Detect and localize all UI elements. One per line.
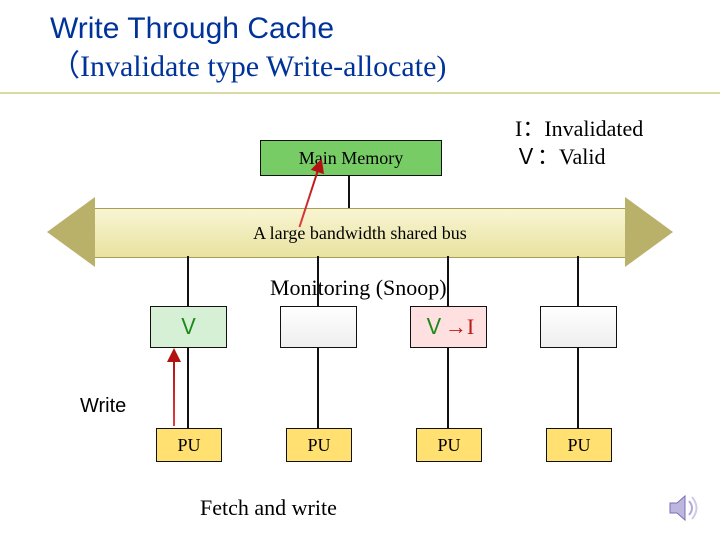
- cache-4: [540, 306, 617, 348]
- pu-4: PU: [546, 428, 612, 462]
- main-memory-box: Main Memory: [260, 140, 442, 176]
- fetch-write-label: Fetch and write: [200, 495, 337, 521]
- write-arrow-pu-cache-icon: [173, 360, 175, 426]
- cache-3-v: Ｖ: [423, 314, 445, 339]
- shared-bus: A large bandwidth shared bus: [55, 208, 665, 256]
- pu-1: PU: [156, 428, 222, 462]
- legend: I：Invalidated Ｖ：Valid: [515, 115, 643, 170]
- stem-cache-pu-4: [577, 348, 579, 428]
- cache-3-i: I: [467, 314, 474, 339]
- write-label: Write: [80, 395, 126, 418]
- bus-arrow-left-icon: [47, 197, 95, 267]
- stem-cache-pu-1: [187, 348, 189, 428]
- title-line1: Write Through Cache: [50, 12, 334, 45]
- snoop-label: Monitoring (Snoop): [270, 275, 447, 301]
- stem-bus-cache-1: [187, 256, 189, 306]
- mem-bus-connector: [348, 176, 350, 209]
- stem-cache-pu-2: [317, 348, 319, 428]
- cache-3-arrow-icon: →: [445, 314, 467, 339]
- stem-bus-cache-2: [317, 256, 319, 306]
- cache-3: Ｖ→I: [410, 306, 487, 348]
- cache-1: Ｖ: [150, 306, 227, 348]
- bus-label: A large bandwidth shared bus: [95, 208, 625, 258]
- speaker-icon: [666, 490, 702, 526]
- cache-2: [280, 306, 357, 348]
- bus-arrow-right-icon: [625, 197, 673, 267]
- pu-2: PU: [286, 428, 352, 462]
- stem-bus-cache-4: [577, 256, 579, 306]
- title-line2: （Invalidate type Write-allocate): [50, 50, 446, 83]
- pu-3: PU: [416, 428, 482, 462]
- legend-invalidated: I：Invalidated: [515, 115, 643, 143]
- slide-title: Write Through Cache （Invalidate type Wri…: [50, 10, 446, 85]
- legend-valid: Ｖ：Valid: [515, 143, 643, 171]
- title-underline: [0, 92, 720, 94]
- stem-cache-pu-3: [447, 348, 449, 428]
- cache-1-state: Ｖ: [177, 314, 199, 339]
- stem-bus-cache-3: [447, 256, 449, 306]
